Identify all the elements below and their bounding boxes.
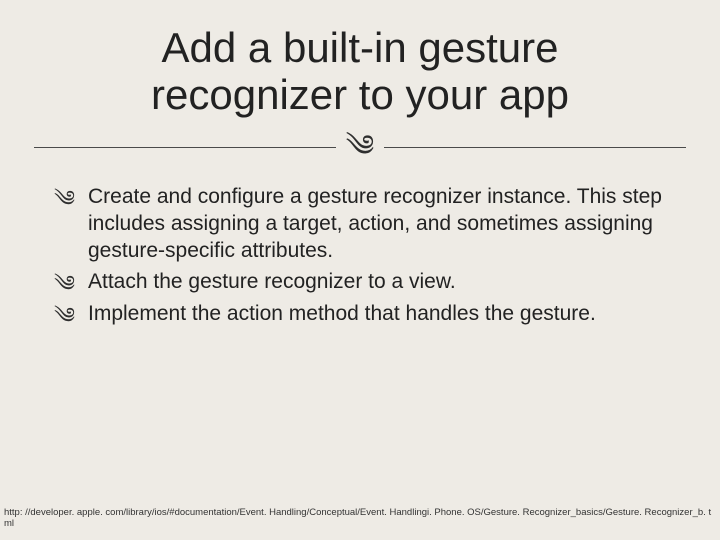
divider-line-left <box>34 147 336 148</box>
bullet-icon: ༄ <box>54 184 88 212</box>
bullet-icon: ༄ <box>54 301 88 329</box>
list-item: ༄ Attach the gesture recognizer to a vie… <box>54 269 674 297</box>
list-item: ༄ Implement the action method that handl… <box>54 301 674 329</box>
list-item-text: Implement the action method that handles… <box>88 301 596 328</box>
divider: ༄ <box>34 132 686 162</box>
list-item: ༄ Create and configure a gesture recogni… <box>54 184 674 265</box>
footer-url: http: //developer. apple. com/library/io… <box>4 508 716 530</box>
divider-line-right <box>384 147 686 148</box>
slide-title: Add a built-in gesture recognizer to you… <box>80 24 640 118</box>
flourish-icon: ༄ <box>346 132 375 162</box>
bullet-list: ༄ Create and configure a gesture recogni… <box>34 184 686 329</box>
list-item-text: Attach the gesture recognizer to a view. <box>88 269 456 296</box>
list-item-text: Create and configure a gesture recognize… <box>88 184 674 265</box>
bullet-icon: ༄ <box>54 269 88 297</box>
slide: Add a built-in gesture recognizer to you… <box>0 0 720 540</box>
